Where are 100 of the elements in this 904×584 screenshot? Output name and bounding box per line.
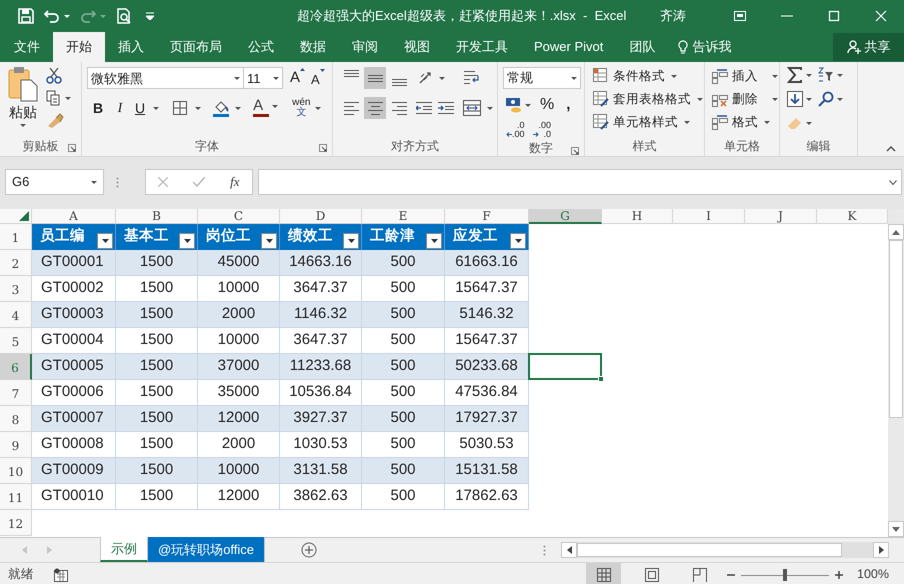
fill-handle[interactable] <box>598 376 604 382</box>
share-button[interactable]: 共享 <box>833 33 904 61</box>
caret-icon[interactable] <box>806 98 812 100</box>
scroll-left-button[interactable] <box>561 542 578 558</box>
orientation-button[interactable] <box>418 71 445 85</box>
row-header[interactable]: 9 <box>0 432 32 458</box>
row-header[interactable]: 6 <box>0 354 32 380</box>
caret-icon[interactable] <box>525 104 531 106</box>
row-header[interactable]: 7 <box>0 380 32 406</box>
ribbon-tab[interactable]: 开始 <box>53 32 105 62</box>
caret-icon[interactable] <box>671 74 677 78</box>
caret-icon[interactable] <box>837 74 843 76</box>
caret-icon[interactable] <box>772 98 778 100</box>
middle-align-button[interactable] <box>364 67 386 89</box>
fill-down-button[interactable] <box>787 91 812 107</box>
currency-button[interactable] <box>506 97 531 113</box>
phonetic-button[interactable]: wén 文 <box>292 98 320 118</box>
ribbon-tab[interactable]: Power Pivot <box>521 32 616 62</box>
tell-me-button[interactable]: 告诉我 <box>668 32 742 62</box>
zoom-in-icon[interactable] <box>835 570 844 578</box>
caret-icon[interactable] <box>234 76 240 80</box>
font-color-button[interactable]: A <box>253 99 278 117</box>
dialog-launcher-icon[interactable] <box>319 144 327 152</box>
decrease-decimal-button[interactable]: .00 .0 <box>532 121 552 139</box>
caret-icon[interactable] <box>65 96 71 100</box>
caret-icon[interactable] <box>487 106 493 110</box>
borders-button[interactable] <box>173 101 202 115</box>
print-preview-icon[interactable] <box>116 8 132 24</box>
caret-icon[interactable] <box>20 124 26 127</box>
add-sheet-icon[interactable] <box>301 542 318 558</box>
decrease-font-button[interactable]: A <box>311 68 325 89</box>
expand-icon[interactable] <box>889 180 897 184</box>
merge-center-icon[interactable] <box>463 100 481 116</box>
fill-color-button[interactable] <box>213 100 242 116</box>
ribbon-tab[interactable]: 视图 <box>391 32 443 62</box>
search-button[interactable] <box>818 91 843 107</box>
sheet-tab[interactable]: @玩转职场office <box>148 537 266 562</box>
caret-icon[interactable] <box>806 74 812 76</box>
column-header[interactable]: I <box>673 209 745 224</box>
cut-icon[interactable] <box>46 68 62 84</box>
column-header[interactable]: B <box>116 209 198 224</box>
ribbon-tab[interactable]: 页面布局 <box>157 32 235 62</box>
ribbon-command-button[interactable]: 插入 <box>712 67 778 85</box>
column-header[interactable]: A <box>32 209 116 224</box>
increase-indent-icon[interactable] <box>438 101 454 115</box>
caret-icon[interactable] <box>806 122 812 124</box>
underline-button[interactable]: U <box>135 98 160 118</box>
horizontal-scrollbar[interactable] <box>561 542 890 558</box>
italic-button[interactable]: I <box>113 98 127 118</box>
column-header[interactable]: H <box>602 209 673 224</box>
row-header[interactable]: 2 <box>0 250 32 276</box>
caret-icon[interactable] <box>439 76 445 80</box>
enter-check-icon[interactable] <box>193 177 206 187</box>
scroll-thumb[interactable] <box>577 543 842 557</box>
caret-icon[interactable] <box>684 120 690 124</box>
ribbon-command-button[interactable]: 删除 <box>712 90 778 108</box>
caret-icon[interactable] <box>195 106 202 110</box>
collapse-ribbon-icon[interactable] <box>886 146 896 152</box>
row-header[interactable]: 8 <box>0 406 32 432</box>
sort-filter-button[interactable] <box>818 67 843 83</box>
select-all-icon[interactable] <box>19 211 29 221</box>
ribbon-tab[interactable]: 审阅 <box>339 32 391 62</box>
scroll-up-button[interactable] <box>888 224 904 240</box>
column-header[interactable]: K <box>817 209 888 224</box>
wrap-text-icon[interactable] <box>463 70 480 86</box>
undo-icon[interactable] <box>44 9 60 23</box>
filter-button[interactable] <box>426 233 442 249</box>
customize-caret-icon[interactable] <box>146 12 154 20</box>
formula-input[interactable] <box>258 169 902 195</box>
filter-button[interactable] <box>97 233 113 249</box>
ribbon-command-button[interactable]: 单元格样式 <box>593 113 703 131</box>
caret-icon[interactable] <box>571 76 577 80</box>
caret-icon[interactable] <box>764 120 770 124</box>
row-header[interactable]: 10 <box>0 458 32 484</box>
normal-view-button[interactable] <box>586 563 622 584</box>
caret-icon[interactable] <box>837 98 843 100</box>
ribbon-command-button[interactable]: 格式 <box>712 113 778 131</box>
caret-icon[interactable] <box>772 74 778 78</box>
save-icon[interactable] <box>18 8 34 24</box>
scroll-thumb[interactable] <box>889 240 903 418</box>
filter-button[interactable] <box>343 233 359 249</box>
bold-button[interactable]: B <box>91 98 105 118</box>
caret-icon[interactable] <box>64 14 70 18</box>
percent-button[interactable]: % <box>540 93 554 117</box>
ribbon-tab[interactable]: 开发工具 <box>443 32 521 62</box>
scroll-right-button[interactable] <box>873 542 890 558</box>
column-header[interactable]: F <box>445 209 529 224</box>
dialog-launcher-icon[interactable] <box>68 144 76 152</box>
font-name-field[interactable]: 微软雅黑 <box>87 67 244 90</box>
align-center-button[interactable] <box>364 97 386 119</box>
ribbon-tab[interactable]: 插入 <box>105 32 157 62</box>
caret-icon[interactable] <box>272 104 278 108</box>
ribbon-command-button[interactable]: 套用表格格式 <box>593 90 703 108</box>
font-size-field[interactable]: 11 <box>244 67 283 90</box>
sum-button[interactable] <box>787 67 812 83</box>
column-header[interactable]: D <box>280 209 362 224</box>
filter-button[interactable] <box>510 233 526 249</box>
increase-font-button[interactable]: A <box>290 67 306 90</box>
selected-cell[interactable] <box>528 353 602 380</box>
caret-icon[interactable] <box>91 180 97 184</box>
